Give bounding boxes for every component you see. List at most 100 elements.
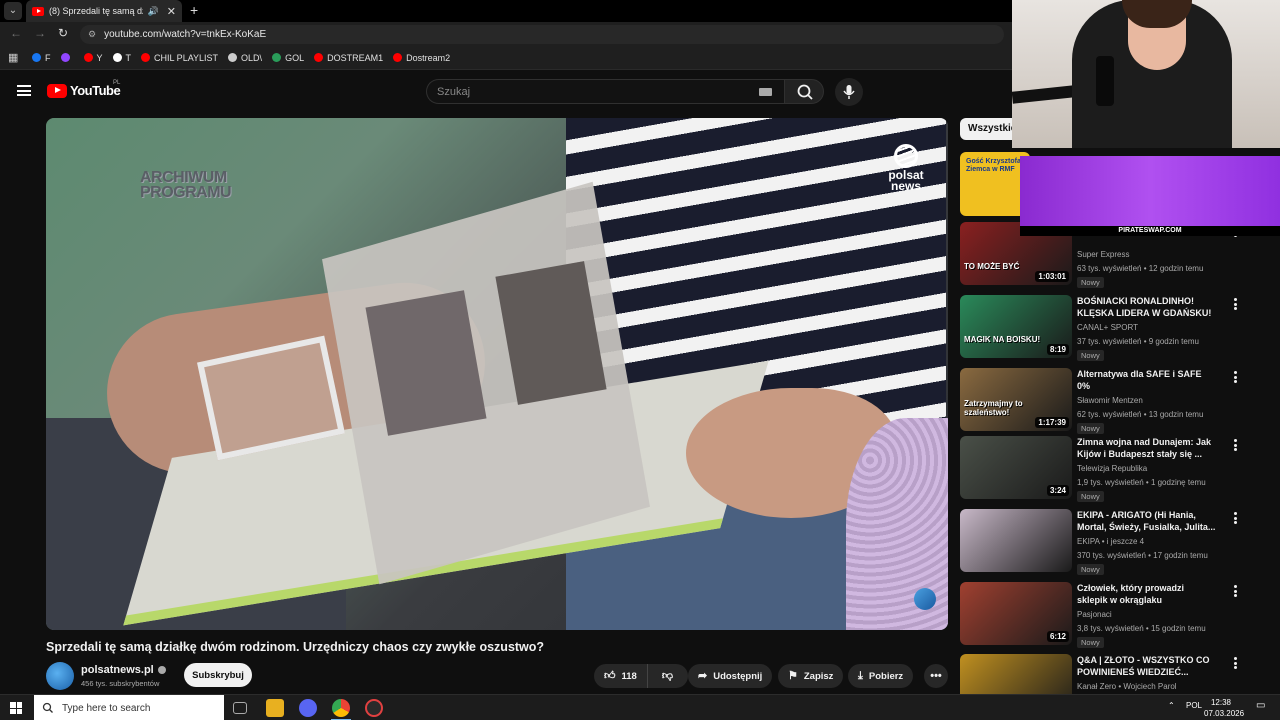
bookmark-item[interactable]: OLD\ <box>228 53 262 63</box>
video-thumbnail[interactable] <box>960 654 1072 694</box>
video-thumbnail[interactable]: 3:24 <box>960 436 1072 499</box>
archive-label-line: PROGRAMU <box>140 184 232 201</box>
close-icon[interactable]: ✕ <box>167 5 176 18</box>
recommendation-meta: 3,8 tys. wyświetleń • 15 godzin temu <box>1077 624 1206 633</box>
channel-name-link[interactable]: polsatnews.pl <box>81 664 166 676</box>
bookmark-item[interactable]: T <box>112 53 131 63</box>
voice-search-button[interactable] <box>835 78 863 106</box>
search-input[interactable] <box>437 85 747 98</box>
recommendation-channel[interactable]: Pasjonaci <box>1077 610 1112 619</box>
notifications-icon[interactable]: ▭ <box>1256 700 1265 711</box>
taskbar-clock[interactable]: 12:38 07.03.2026 <box>1204 697 1245 719</box>
browser-tab[interactable]: (8) Sprzedali tę samą działkę... 🔊 ✕ <box>26 0 182 22</box>
more-vertical-icon[interactable] <box>1230 297 1240 311</box>
more-vertical-icon[interactable] <box>1230 438 1240 452</box>
video-player[interactable]: ARCHIWUM PROGRAMU polsat news <box>46 118 948 630</box>
recommendation-channel[interactable]: Sławomir Mentzen <box>1077 396 1143 405</box>
tray-chevron-icon[interactable]: ⌃ <box>1168 701 1175 710</box>
more-actions-button[interactable]: ••• <box>924 664 948 688</box>
bookmark-item[interactable]: CHIL PLAYLIST <box>141 53 218 63</box>
more-vertical-icon[interactable] <box>1230 370 1240 384</box>
more-vertical-icon[interactable] <box>1230 656 1240 670</box>
bookmark-icon <box>141 53 151 62</box>
search-icon <box>42 702 53 713</box>
recommendation-channel[interactable]: CANAL+ SPORT <box>1077 323 1138 332</box>
youtube-logo[interactable]: YouTube PL <box>47 80 121 98</box>
more-vertical-icon[interactable] <box>1230 584 1240 598</box>
bookmarks-bar: ▦ F Y T CHIL PLAYLIST OLD\ GOL DOSTREAM1 Dostre… <box>0 46 1012 70</box>
windows-start-icon[interactable] <box>10 702 22 714</box>
reload-icon[interactable]: ↻ <box>58 26 68 40</box>
download-button[interactable]: ⤓ Pobierz <box>848 664 914 688</box>
url-field[interactable]: ⚙ youtube.com/watch?v=tnkEx-KoKaE <box>80 25 1004 44</box>
like-count: 118 <box>621 670 637 682</box>
bookmark-label: Dostream2 <box>406 52 451 63</box>
new-badge: Nowy <box>1077 350 1104 361</box>
forward-icon[interactable]: → <box>34 26 46 40</box>
recommendation-meta: 62 tys. wyświetleń • 13 godzin temu <box>1077 410 1204 419</box>
recommendation-item[interactable]: 3:24 Zimna wojna nad Dunajem: Jak Kijów i… <box>960 436 1272 502</box>
video-thumbnail[interactable]: MAGIK NA BOISKU! 8:19 <box>960 295 1072 358</box>
bookmark-item[interactable]: Dostream2 <box>393 53 450 63</box>
recommendation-title[interactable]: Alternatywa dla SAFE i SAFE 0% <box>1077 368 1217 392</box>
more-vertical-icon[interactable] <box>1230 511 1240 525</box>
file-explorer-icon[interactable] <box>266 699 284 717</box>
download-icon: ⤓ <box>858 669 863 682</box>
recommendation-channel[interactable]: Super Express <box>1077 250 1129 259</box>
task-view-icon[interactable] <box>233 702 247 714</box>
obs-icon[interactable] <box>365 699 383 717</box>
chrome-icon[interactable] <box>332 699 350 717</box>
discord-icon[interactable] <box>299 699 317 717</box>
video-thumbnail[interactable] <box>960 509 1072 572</box>
like-button[interactable]: 👍︎ 118 <box>594 664 648 688</box>
recommendation-item[interactable]: MAGIK NA BOISKU! 8:19 BOŚNIACKI RONALDINHO… <box>960 295 1272 361</box>
recommendation-item[interactable]: Q&A | ZŁOTO - WSZYSTKO CO POWINIENEŚ WIE… <box>960 654 1272 694</box>
menu-icon[interactable] <box>17 85 31 96</box>
recommendation-title[interactable]: Q&A | ZŁOTO - WSZYSTKO CO POWINIENEŚ WIE… <box>1077 654 1217 678</box>
video-thumbnail[interactable]: 6:12 <box>960 582 1072 645</box>
recommendation-meta: 370 tys. wyświetleń • 17 godzin temu <box>1077 551 1208 560</box>
channel-branding-icon[interactable] <box>914 588 936 610</box>
clock-date: 07.03.2026 <box>1204 709 1245 718</box>
apps-grid-icon[interactable]: ▦ <box>8 51 22 64</box>
thumbnail-text: Zatrzymajmy to szaleństwo! <box>964 399 1023 417</box>
recommendation-item[interactable]: 6:12 Człowiek, który prowadzi sklepik w o… <box>960 582 1272 648</box>
recommendation-channel[interactable]: EKIPA • i jeszcze 4 <box>1077 537 1144 546</box>
subscribe-button[interactable]: Subskrybuj <box>184 663 252 687</box>
recommendation-item[interactable]: Zatrzymajmy to szaleństwo! 1:17:39 Alterna… <box>960 368 1272 434</box>
back-icon[interactable]: ← <box>10 26 22 40</box>
recommendation-title[interactable]: Człowiek, który prowadzi sklepik w okrąg… <box>1077 582 1217 606</box>
save-button[interactable]: ⚑ Zapisz <box>778 664 844 688</box>
speaker-icon[interactable]: 🔊 <box>148 6 159 17</box>
bookmark-item[interactable]: F <box>32 53 51 63</box>
channel-watermark: polsat news <box>876 144 936 192</box>
microphone <box>1096 56 1114 106</box>
recommendation-title[interactable]: Zimna wojna nad Dunajem: Jak Kijów i Bud… <box>1077 436 1217 460</box>
recommendation-channel[interactable]: Kanał Zero • Wojciech Parol <box>1077 682 1177 691</box>
bookmark-item[interactable] <box>60 53 74 62</box>
dislike-button[interactable]: 👎︎ <box>654 664 681 688</box>
language-indicator[interactable]: POL <box>1186 701 1202 710</box>
new-tab-button[interactable]: + <box>190 2 198 18</box>
youtube-header: YouTube PL <box>0 70 1012 114</box>
bookmark-label: F <box>45 52 51 63</box>
share-button[interactable]: ➦ Udostępnij <box>688 664 773 688</box>
bookmark-icon <box>228 53 238 62</box>
bookmark-item[interactable]: DOSTREAM1 <box>314 53 383 63</box>
search-button[interactable] <box>784 79 824 104</box>
avatar[interactable] <box>46 662 74 690</box>
keyboard-icon[interactable] <box>759 87 772 96</box>
windows-taskbar: ⌃ POL 12:38 07.03.2026 ▭ <box>0 694 1280 720</box>
recommendation-item[interactable]: EKIPA - ARIGATO (Hi Hania, Mortal, Śwież… <box>960 509 1272 575</box>
recommendation-title[interactable]: BOŚNIACKI RONALDINHO! KLĘSKA LIDERA W GD… <box>1077 295 1217 319</box>
region-code: PL <box>113 80 121 86</box>
video-thumbnail[interactable]: Zatrzymajmy to szaleństwo! 1:17:39 <box>960 368 1072 431</box>
recommendation-title[interactable]: EKIPA - ARIGATO (Hi Hania, Mortal, Śwież… <box>1077 509 1217 533</box>
bookmark-item[interactable]: GOL <box>272 53 304 63</box>
recommendation-channel[interactable]: Telewizja Republika <box>1077 464 1147 473</box>
taskbar-search-input[interactable] <box>62 702 222 714</box>
tab-search-button[interactable]: ⌄ <box>4 2 22 20</box>
site-info-icon[interactable]: ⚙ <box>88 29 96 40</box>
video-title: Sprzedali tę samą działkę dwóm rodzinom.… <box>46 640 545 654</box>
bookmark-item[interactable]: Y <box>83 53 103 63</box>
